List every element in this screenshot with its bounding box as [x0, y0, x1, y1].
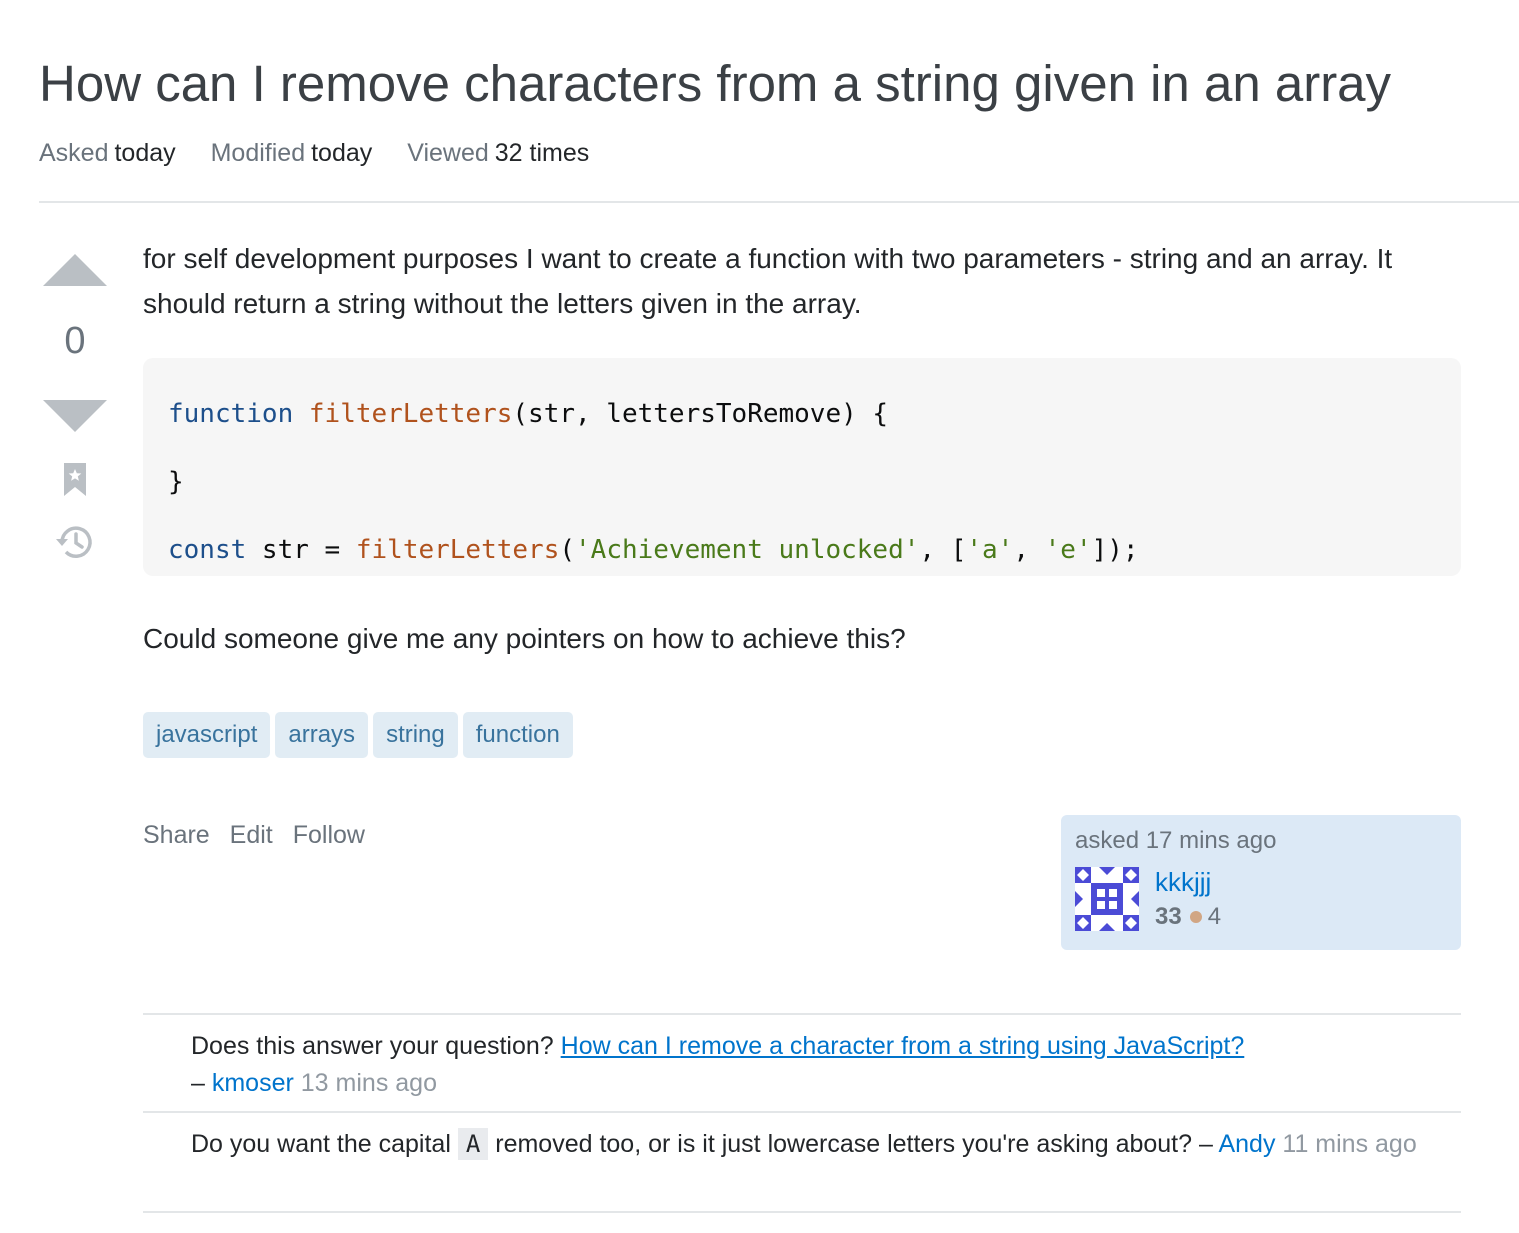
- code-function-name: filterLetters: [355, 535, 560, 565]
- body-paragraph: Could someone give me any pointers on ho…: [143, 623, 906, 654]
- comment-divider: [143, 1111, 1461, 1113]
- tag-arrays[interactable]: arrays: [275, 712, 369, 758]
- comment-user[interactable]: kmoser: [212, 1069, 294, 1097]
- comment-time[interactable]: 11 mins ago: [1282, 1130, 1416, 1158]
- question-meta: Asked today Modified today Viewed 32 times: [39, 138, 617, 168]
- code-keyword: const: [168, 535, 247, 565]
- comment-text: removed too, or is it just lowercase let…: [495, 1130, 1193, 1158]
- comment-text: Do you want the capital: [191, 1130, 451, 1158]
- avatar[interactable]: [1075, 867, 1139, 931]
- code-text: ,: [1013, 535, 1045, 565]
- comment-user[interactable]: Andy: [1218, 1130, 1275, 1158]
- comment-dash: –: [1198, 1130, 1213, 1158]
- comment: Does this answer your question? How can …: [191, 1028, 1421, 1102]
- code-text: ]);: [1091, 535, 1139, 565]
- code-string: 'e': [1044, 535, 1092, 565]
- code-text: }: [168, 467, 184, 497]
- viewed-label: Viewed: [407, 139, 489, 167]
- inline-code: A: [457, 1128, 489, 1160]
- tag-javascript[interactable]: javascript: [143, 712, 271, 758]
- code-text: str =: [246, 535, 356, 565]
- viewed-value: 32 times: [494, 139, 590, 167]
- upvote-button[interactable]: [43, 254, 107, 286]
- vote-count: 0: [64, 320, 86, 362]
- code-string: 'a': [966, 535, 1014, 565]
- modified-label: Modified: [210, 139, 306, 167]
- code-text: , [: [919, 535, 967, 565]
- comment-dash: –: [191, 1069, 205, 1097]
- asked-label: Asked: [39, 139, 109, 167]
- tag-function[interactable]: function: [462, 712, 573, 758]
- question-title[interactable]: How can I remove characters from a strin…: [39, 52, 1391, 116]
- owner-username[interactable]: kkkjjj: [1155, 867, 1211, 898]
- tag-list: javascript arrays string function: [143, 712, 573, 758]
- owner-card: asked 17 mins ago kkkjjj 33 4: [1061, 815, 1461, 950]
- body-paragraph: for self development purposes I want to …: [143, 243, 1393, 319]
- follow-link[interactable]: Follow: [293, 821, 365, 849]
- asked-time[interactable]: asked 17 mins ago: [1075, 827, 1276, 855]
- asked-value: today: [114, 139, 176, 167]
- code-text: (str, lettersToRemove) {: [512, 399, 889, 429]
- comment-time[interactable]: 13 mins ago: [301, 1069, 437, 1097]
- duplicate-link[interactable]: How can I remove a character from a stri…: [561, 1032, 1245, 1060]
- code-keyword: function: [168, 399, 294, 429]
- history-icon[interactable]: [55, 522, 95, 562]
- comment-text: Does this answer your question?: [191, 1032, 554, 1060]
- bookmark-icon[interactable]: [64, 463, 86, 496]
- modified-value[interactable]: today: [311, 139, 372, 167]
- code-string: 'Achievement unlocked': [575, 535, 920, 565]
- comment: Do you want the capital A removed too, o…: [191, 1126, 1421, 1163]
- owner-reputation: 33 4: [1155, 903, 1221, 931]
- edit-link[interactable]: Edit: [230, 821, 273, 849]
- comment-divider: [143, 1013, 1461, 1015]
- share-link[interactable]: Share: [143, 821, 210, 849]
- code-text: (: [559, 535, 576, 565]
- reputation-score: 33: [1155, 903, 1182, 930]
- bronze-badge-icon: [1189, 910, 1202, 923]
- downvote-button[interactable]: [43, 400, 107, 432]
- tag-string[interactable]: string: [373, 712, 458, 758]
- code-function-name: filterLetters: [308, 399, 513, 429]
- header-divider: [39, 201, 1519, 203]
- post-actions: Share Edit Follow: [143, 821, 378, 850]
- bronze-badge-count: 4: [1207, 903, 1222, 930]
- comment-divider: [143, 1211, 1461, 1213]
- code-block: function filterLetters(str, lettersToRem…: [143, 358, 1461, 576]
